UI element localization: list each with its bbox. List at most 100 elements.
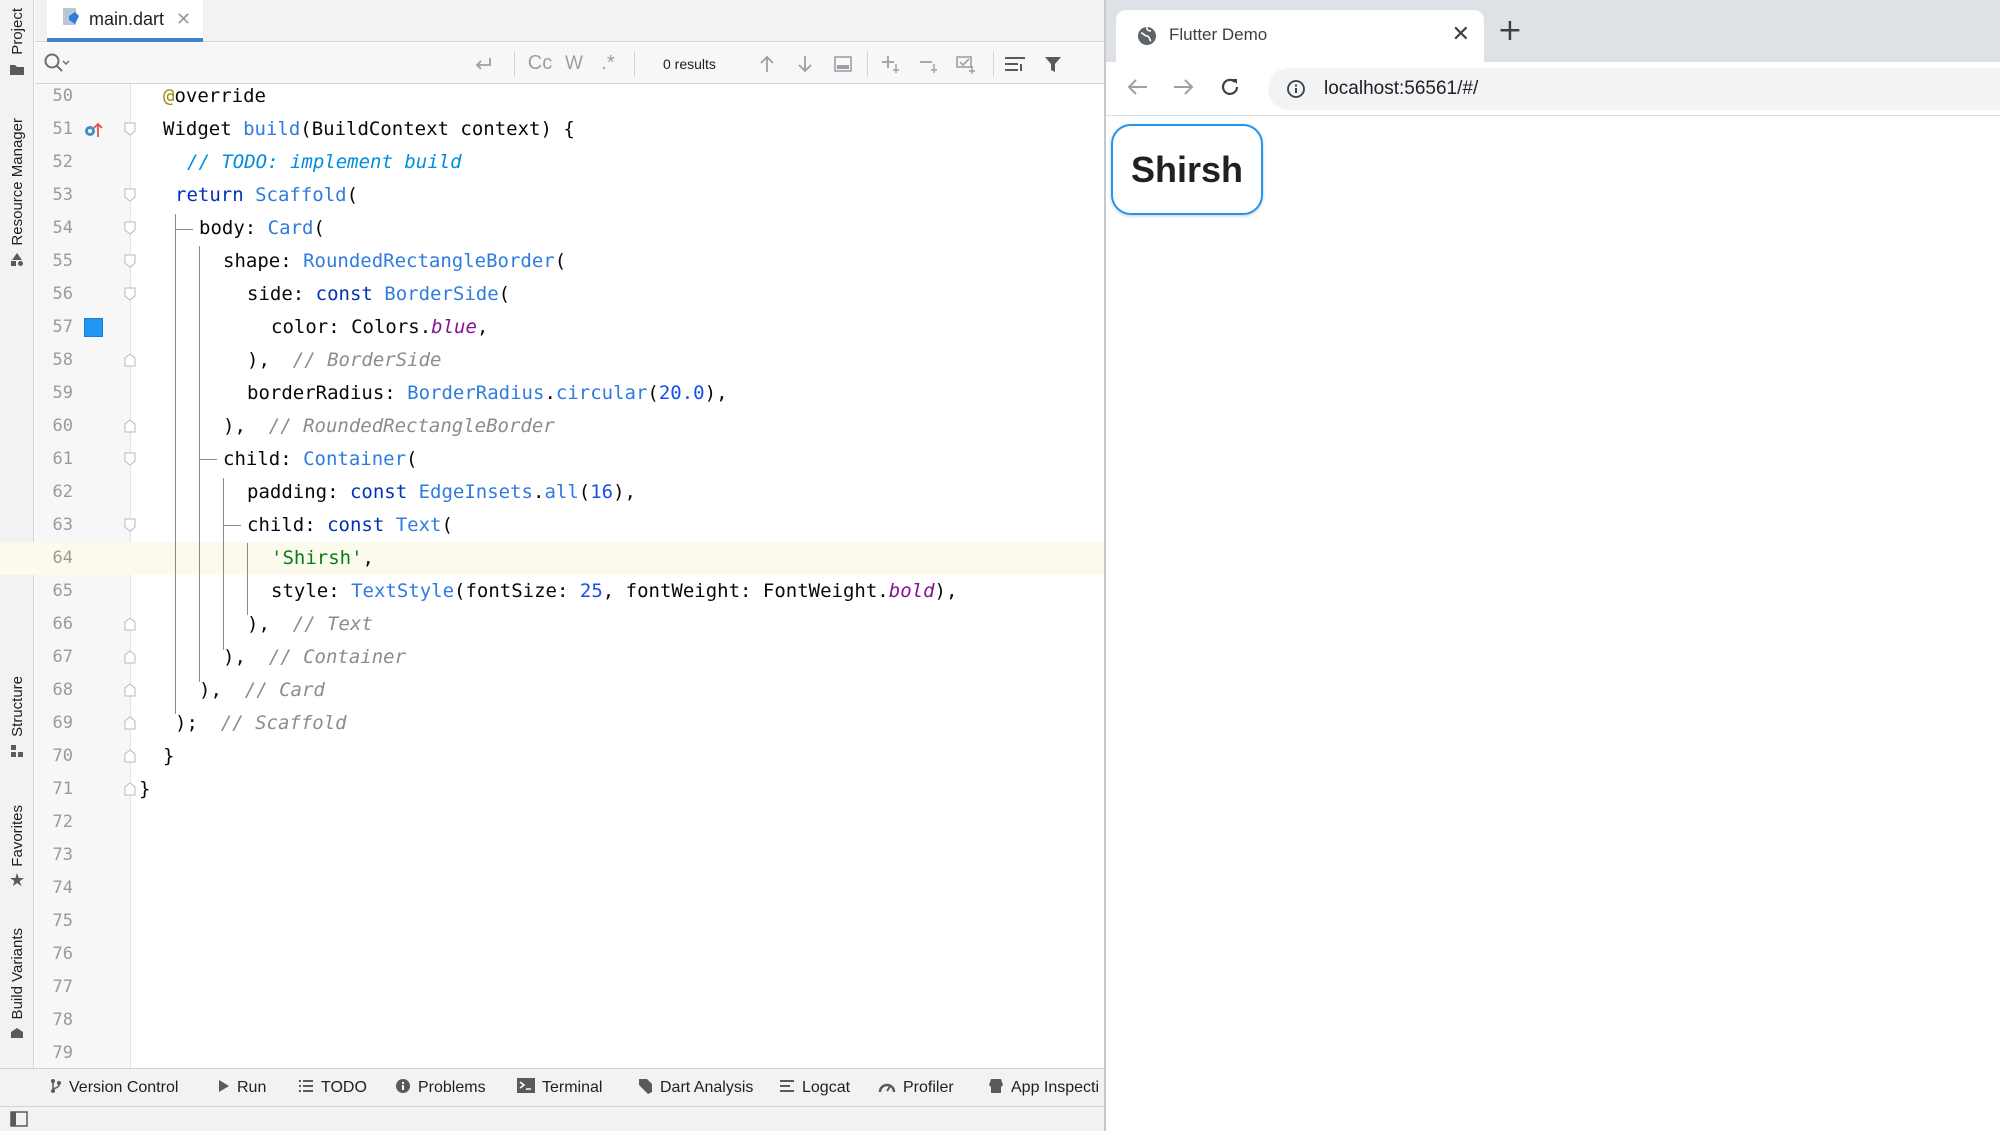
search-icon[interactable]: [43, 51, 70, 79]
fold-icon[interactable]: [124, 254, 136, 268]
line-number: 67: [52, 647, 73, 667]
fold-end-icon[interactable]: [124, 749, 136, 763]
code-line: 78: [0, 1004, 1105, 1037]
line-number: 52: [52, 152, 73, 172]
code-line: 68 ), // Card: [0, 674, 1105, 707]
code-text: child: Container(: [223, 448, 418, 470]
browser-toolbar: localhost:56561/#/: [1106, 62, 2000, 116]
todo-tool-button[interactable]: TODO: [298, 1069, 367, 1107]
close-icon[interactable]: ✕: [1452, 22, 1470, 47]
color-swatch-icon[interactable]: [84, 318, 103, 337]
problems-tool-button[interactable]: Problems: [395, 1069, 486, 1107]
tool-button-label: Problems: [418, 1079, 486, 1096]
reload-button[interactable]: [1213, 72, 1247, 106]
override-gutter-icon[interactable]: [84, 121, 104, 143]
line-number: 61: [52, 449, 73, 469]
find-input[interactable]: [79, 49, 499, 77]
fold-end-icon[interactable]: [124, 353, 136, 367]
line-number: 69: [52, 713, 73, 733]
line-number: 78: [52, 1010, 73, 1030]
next-occurrence-icon[interactable]: [793, 43, 817, 84]
code-line: 52 // TODO: implement build: [0, 146, 1105, 179]
back-button[interactable]: [1120, 72, 1154, 106]
fold-icon[interactable]: [124, 287, 136, 301]
run-icon: [218, 1079, 230, 1098]
url-text: localhost:56561/#/: [1324, 78, 1479, 99]
code-line: 51 Widget build(BuildContext context) {: [0, 113, 1105, 146]
fold-end-icon[interactable]: [124, 650, 136, 664]
dart-analysis-tool-button[interactable]: Dart Analysis: [635, 1069, 753, 1107]
fold-end-icon[interactable]: [124, 617, 136, 631]
code-line: 75: [0, 905, 1105, 938]
match-case-button[interactable]: Cc: [525, 43, 555, 84]
words-button[interactable]: W: [561, 43, 587, 84]
line-number: 58: [52, 350, 73, 370]
search-options-icon[interactable]: [1001, 43, 1029, 84]
tool-button-label: Version Control: [69, 1079, 179, 1096]
filter-icon[interactable]: [1041, 43, 1065, 84]
new-line-icon[interactable]: [471, 43, 495, 84]
select-all-occurrences-icon[interactable]: [831, 43, 855, 84]
fold-end-icon[interactable]: [124, 683, 136, 697]
fold-end-icon[interactable]: [124, 419, 136, 433]
address-bar[interactable]: localhost:56561/#/: [1268, 68, 2000, 110]
fold-end-icon[interactable]: [124, 782, 136, 796]
forward-button[interactable]: [1167, 72, 1201, 106]
code-line: 54 body: Card(: [0, 212, 1105, 245]
select-all-matches-icon[interactable]: [953, 43, 981, 84]
fold-icon[interactable]: [124, 122, 136, 136]
toggle-tool-windows-icon[interactable]: [10, 1111, 28, 1131]
code-line: 65 style: TextStyle(fontSize: 25, fontWe…: [0, 575, 1105, 608]
code-text: }: [163, 745, 175, 767]
version-control-tool-button[interactable]: Version Control: [50, 1069, 178, 1107]
code-text: 'Shirsh',: [271, 547, 374, 569]
code-line: 58 ), // BorderSide: [0, 344, 1105, 377]
line-number: 54: [52, 218, 73, 238]
plus-icon: +: [1497, 12, 1523, 48]
fold-icon[interactable]: [124, 188, 136, 202]
fold-end-icon[interactable]: [124, 716, 136, 730]
app-inspection-tool-button[interactable]: App Inspecti: [988, 1069, 1099, 1107]
logcat-tool-button[interactable]: Logcat: [779, 1069, 850, 1107]
tool-button-label: Dart Analysis: [660, 1079, 754, 1096]
fold-icon[interactable]: [124, 221, 136, 235]
regex-button[interactable]: .*: [595, 43, 621, 84]
profiler-tool-button[interactable]: Profiler: [878, 1069, 954, 1107]
line-number: 57: [52, 317, 73, 337]
code-text: return Scaffold(: [175, 184, 359, 206]
fold-icon[interactable]: [124, 452, 136, 466]
code-text: }: [139, 778, 151, 800]
info-icon[interactable]: [1286, 79, 1306, 103]
fold-icon[interactable]: [124, 518, 136, 532]
code-line: 59 borderRadius: BorderRadius.circular(2…: [0, 377, 1105, 410]
line-number: 79: [52, 1043, 73, 1063]
line-number: 62: [52, 482, 73, 502]
code-line: 69 ); // Scaffold: [0, 707, 1105, 740]
line-number: 55: [52, 251, 73, 271]
code-text: padding: const EdgeInsets.all(16),: [247, 481, 636, 503]
code-text: ), // Card: [199, 679, 325, 701]
tool-window-bar: Version Control Run TODO Problems Termin…: [0, 1068, 1105, 1106]
code-text: ), // Container: [223, 646, 407, 668]
line-number: 56: [52, 284, 73, 304]
separator: [993, 51, 994, 77]
tool-button-label: Logcat: [802, 1079, 851, 1096]
code-line: 77: [0, 971, 1105, 1004]
new-tab-button[interactable]: +: [1492, 12, 1528, 48]
code-line: 66 ), // Text: [0, 608, 1105, 641]
terminal-tool-button[interactable]: Terminal: [517, 1069, 602, 1107]
code-line: 67 ), // Container: [0, 641, 1105, 674]
remove-occurrence-icon[interactable]: [915, 43, 943, 84]
line-number: 71: [52, 779, 73, 799]
browser-tab[interactable]: Flutter Demo ✕: [1116, 10, 1484, 62]
editor-tab-main-dart[interactable]: main.dart ✕: [47, 0, 204, 42]
project-tool-tab[interactable]: Project: [0, 8, 34, 77]
close-icon[interactable]: ✕: [176, 9, 191, 30]
add-occurrence-icon[interactable]: [877, 43, 905, 84]
terminal-icon: [517, 1078, 535, 1098]
find-bar: Cc W .* 0 results: [35, 43, 1105, 84]
web-viewport: Shirsh: [1106, 116, 2000, 1131]
previous-occurrence-icon[interactable]: [755, 43, 779, 84]
line-number: 66: [52, 614, 73, 634]
run-tool-button[interactable]: Run: [218, 1069, 266, 1107]
